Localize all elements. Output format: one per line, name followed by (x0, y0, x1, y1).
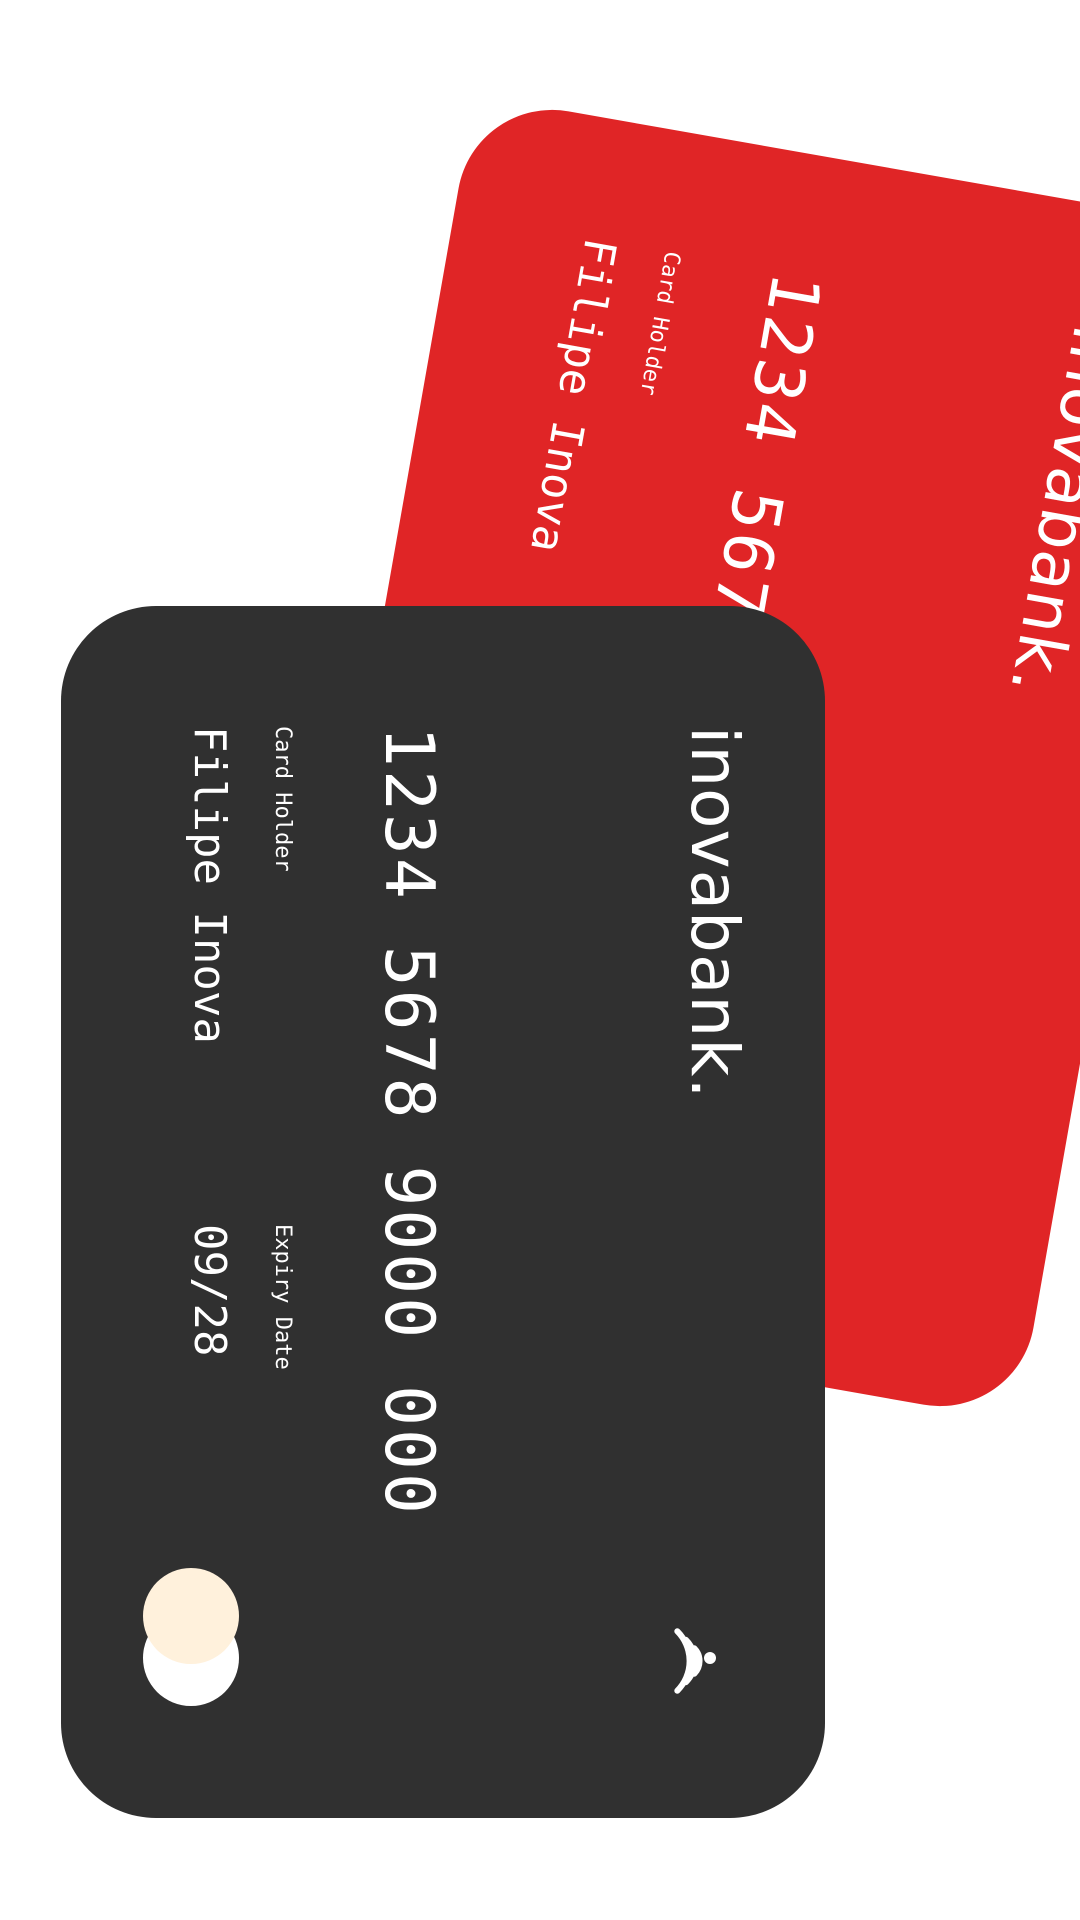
front-card-expiry-value: 09/28 (184, 1224, 235, 1357)
back-card-holder-label: Card Holder (634, 249, 685, 398)
front-card-number: 1234 5678 9000 000 (369, 726, 448, 1517)
card-brand-icon (139, 1568, 239, 1708)
back-card-holder-name: Filipe Inova (520, 234, 626, 557)
front-credit-card[interactable]: inovabank. 1234 5678 9000 000 Card Holde… (61, 606, 825, 1818)
front-card-expiry-label: Expiry Date (270, 1224, 295, 1370)
contactless-icon (674, 1628, 716, 1694)
front-card-holder-name: Filipe Inova (184, 726, 235, 1044)
back-card-bank-logo: inovabank. (995, 319, 1080, 701)
front-card-holder-label: Card Holder (270, 726, 295, 872)
brand-circle-front (143, 1568, 239, 1664)
front-card-bank-logo: inovabank. (676, 726, 753, 1100)
card-showcase-screen: inovabank. 1234 5678 9000 000 Card Holde… (0, 0, 1080, 1920)
